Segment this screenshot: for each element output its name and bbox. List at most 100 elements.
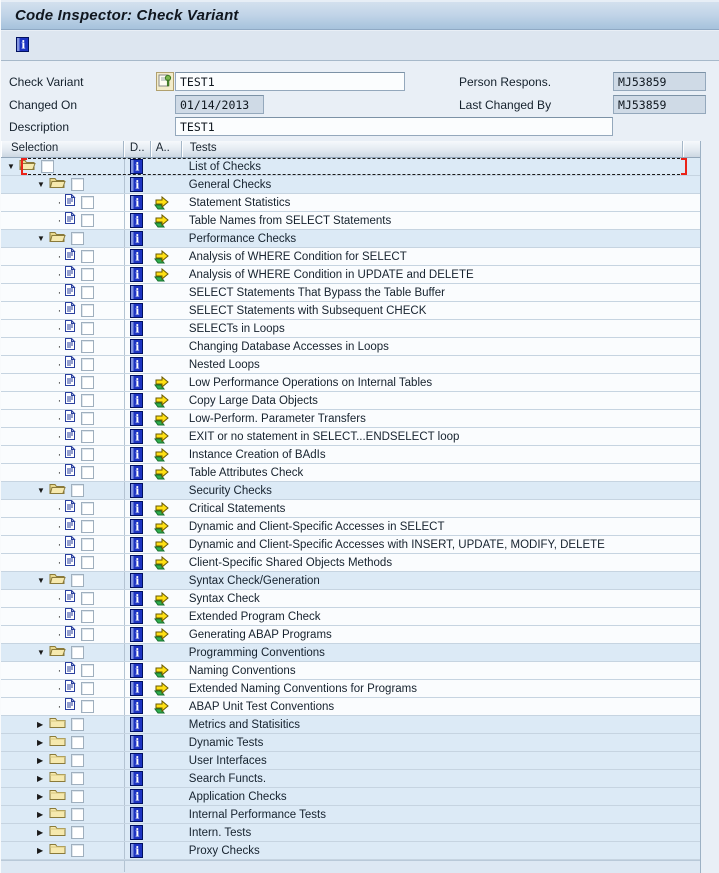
info-icon[interactable]: i xyxy=(129,519,143,534)
check-select-checkbox[interactable] xyxy=(71,646,84,659)
test-name-label[interactable]: Copy Large Data Objects xyxy=(189,395,318,407)
check-select-checkbox[interactable] xyxy=(71,736,84,749)
info-icon[interactable]: i xyxy=(129,663,143,678)
collapse-expander-icon[interactable]: ▼ xyxy=(37,180,49,189)
check-variant-input[interactable] xyxy=(175,72,405,91)
check-select-checkbox[interactable] xyxy=(81,394,94,407)
attribute-arrow-icon[interactable] xyxy=(153,213,170,228)
info-icon[interactable]: i xyxy=(129,285,143,300)
check-select-checkbox[interactable] xyxy=(81,664,94,677)
collapse-expander-icon[interactable]: ▼ xyxy=(37,234,49,243)
test-name-label[interactable]: Low Performance Operations on Internal T… xyxy=(189,377,432,389)
attribute-arrow-icon[interactable] xyxy=(153,501,170,516)
test-name-label[interactable]: Dynamic and Client-Specific Accesses wit… xyxy=(189,539,605,551)
test-name-label[interactable]: SELECTs in Loops xyxy=(189,323,285,335)
info-icon[interactable]: i xyxy=(129,807,143,822)
test-name-label[interactable]: Intern. Tests xyxy=(189,827,251,839)
test-name-label[interactable]: Internal Performance Tests xyxy=(189,809,326,821)
attribute-arrow-icon[interactable] xyxy=(153,681,170,696)
test-name-label[interactable]: Extended Program Check xyxy=(189,611,321,623)
attribute-arrow-icon[interactable] xyxy=(153,609,170,624)
expand-expander-icon[interactable]: ▶ xyxy=(37,756,49,765)
check-select-checkbox[interactable] xyxy=(81,268,94,281)
test-name-label[interactable]: Performance Checks xyxy=(189,233,296,245)
info-icon[interactable]: i xyxy=(129,681,143,696)
info-icon[interactable]: i xyxy=(129,195,143,210)
test-name-label[interactable]: Application Checks xyxy=(189,791,287,803)
check-select-checkbox[interactable] xyxy=(81,610,94,623)
check-select-checkbox[interactable] xyxy=(81,628,94,641)
collapse-expander-icon[interactable]: ▼ xyxy=(7,162,19,171)
check-select-checkbox[interactable] xyxy=(81,448,94,461)
info-icon[interactable]: i xyxy=(129,591,143,606)
check-select-checkbox[interactable] xyxy=(81,538,94,551)
expand-expander-icon[interactable]: ▶ xyxy=(37,846,49,855)
test-name-label[interactable]: Security Checks xyxy=(189,485,272,497)
attribute-arrow-icon[interactable] xyxy=(153,465,170,480)
test-name-label[interactable]: Analysis of WHERE Condition for SELECT xyxy=(189,251,407,263)
info-icon[interactable]: i xyxy=(129,843,143,858)
test-name-label[interactable]: Extended Naming Conventions for Programs xyxy=(189,683,417,695)
info-icon[interactable]: i xyxy=(129,771,143,786)
test-name-label[interactable]: Naming Conventions xyxy=(189,665,296,677)
attribute-arrow-icon[interactable] xyxy=(153,267,170,282)
info-icon[interactable]: i xyxy=(129,393,143,408)
check-select-checkbox[interactable] xyxy=(71,484,84,497)
info-icon[interactable]: i xyxy=(129,483,143,498)
test-name-label[interactable]: Metrics and Statisitics xyxy=(189,719,300,731)
attribute-arrow-icon[interactable] xyxy=(153,627,170,642)
test-name-label[interactable]: Statement Statistics xyxy=(189,197,291,209)
column-header-d[interactable]: D.. xyxy=(123,141,151,157)
test-name-label[interactable]: Table Attributes Check xyxy=(189,467,303,479)
expand-expander-icon[interactable]: ▶ xyxy=(37,738,49,747)
check-select-checkbox[interactable] xyxy=(71,826,84,839)
collapse-expander-icon[interactable]: ▼ xyxy=(37,648,49,657)
check-select-checkbox[interactable] xyxy=(71,808,84,821)
info-icon[interactable]: i xyxy=(129,447,143,462)
info-icon[interactable]: i xyxy=(129,321,143,336)
info-icon[interactable]: i xyxy=(129,303,143,318)
test-name-label[interactable]: Client-Specific Shared Objects Methods xyxy=(189,557,392,569)
test-name-label[interactable]: Search Functs. xyxy=(189,773,266,785)
info-icon[interactable]: i xyxy=(129,627,143,642)
check-select-checkbox[interactable] xyxy=(71,790,84,803)
info-icon[interactable]: i xyxy=(129,501,143,516)
expand-expander-icon[interactable]: ▶ xyxy=(37,774,49,783)
info-icon[interactable]: i xyxy=(129,357,143,372)
attribute-arrow-icon[interactable] xyxy=(153,429,170,444)
test-name-label[interactable]: Generating ABAP Programs xyxy=(189,629,332,641)
info-icon[interactable]: i xyxy=(129,753,143,768)
expand-expander-icon[interactable]: ▶ xyxy=(37,720,49,729)
check-select-checkbox[interactable] xyxy=(41,160,54,173)
info-icon[interactable]: i xyxy=(129,573,143,588)
info-icon[interactable]: i xyxy=(129,267,143,282)
check-select-checkbox[interactable] xyxy=(71,232,84,245)
check-select-checkbox[interactable] xyxy=(81,466,94,479)
check-select-checkbox[interactable] xyxy=(81,250,94,263)
info-icon[interactable]: i xyxy=(129,825,143,840)
check-select-checkbox[interactable] xyxy=(71,844,84,857)
test-name-label[interactable]: Analysis of WHERE Condition in UPDATE an… xyxy=(189,269,474,281)
attribute-arrow-icon[interactable] xyxy=(153,195,170,210)
check-select-checkbox[interactable] xyxy=(81,196,94,209)
test-name-label[interactable]: Syntax Check xyxy=(189,593,260,605)
test-name-label[interactable]: Table Names from SELECT Statements xyxy=(189,215,391,227)
test-name-label[interactable]: EXIT or no statement in SELECT...ENDSELE… xyxy=(189,431,460,443)
test-name-label[interactable]: Instance Creation of BAdIs xyxy=(189,449,326,461)
check-select-checkbox[interactable] xyxy=(81,430,94,443)
info-icon[interactable]: i xyxy=(129,249,143,264)
info-icon[interactable]: i xyxy=(16,37,29,52)
info-icon[interactable]: i xyxy=(129,609,143,624)
info-icon[interactable]: i xyxy=(129,213,143,228)
check-select-checkbox[interactable] xyxy=(81,520,94,533)
test-name-label[interactable]: Low-Perform. Parameter Transfers xyxy=(189,413,366,425)
display-change-button[interactable] xyxy=(156,72,174,91)
expand-expander-icon[interactable]: ▶ xyxy=(37,792,49,801)
check-select-checkbox[interactable] xyxy=(81,682,94,695)
changed-on-field[interactable] xyxy=(175,95,264,114)
attribute-arrow-icon[interactable] xyxy=(153,249,170,264)
attribute-arrow-icon[interactable] xyxy=(153,663,170,678)
info-icon[interactable]: i xyxy=(129,429,143,444)
info-icon[interactable]: i xyxy=(129,177,143,192)
test-name-label[interactable]: Changing Database Accesses in Loops xyxy=(189,341,389,353)
